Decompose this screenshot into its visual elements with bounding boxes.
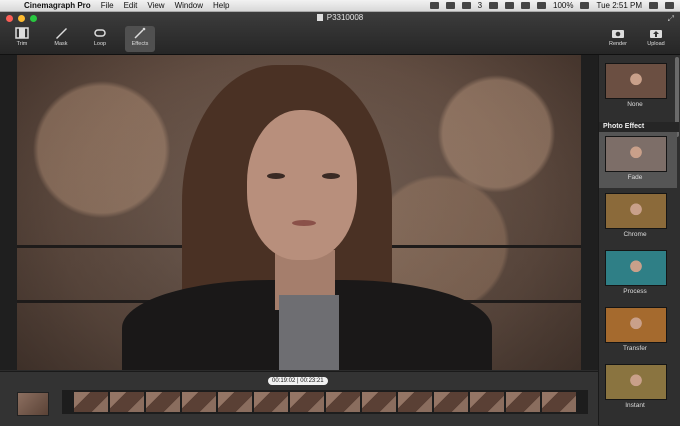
warning-icon[interactable]: [461, 2, 471, 9]
timeline-frame[interactable]: [326, 392, 360, 412]
brush-icon: [56, 28, 67, 39]
document-icon: [316, 14, 323, 21]
menu-file[interactable]: File: [101, 1, 114, 10]
wifi-icon[interactable]: [537, 2, 547, 9]
render-button[interactable]: Render: [603, 26, 633, 52]
effects-panel: Photo Effect None Fade Chrome Process Transf…: [598, 55, 680, 425]
effect-label: None: [627, 101, 643, 108]
timeline-frame[interactable]: [74, 392, 108, 412]
timeline-frame[interactable]: [398, 392, 432, 412]
mask-button[interactable]: Mask: [46, 26, 76, 52]
menu-window[interactable]: Window: [175, 1, 203, 10]
search-icon[interactable]: [649, 2, 658, 9]
effect-thumbnail: [605, 136, 667, 172]
loop-icon: [94, 29, 106, 37]
timeline-frame[interactable]: [470, 392, 504, 412]
mask-label: Mask: [54, 41, 68, 47]
upload-button[interactable]: Upload: [641, 26, 671, 52]
render-label: Render: [608, 41, 628, 47]
app-menu[interactable]: Cinemagraph Pro: [24, 1, 91, 10]
effect-label: Process: [623, 288, 647, 295]
trim-button[interactable]: Trim: [7, 26, 37, 52]
timeline-frame[interactable]: [146, 392, 180, 412]
effects-label: Effects: [131, 41, 149, 47]
effect-label: Fade: [627, 174, 643, 181]
effect-label: Instant: [625, 402, 645, 409]
video-viewer[interactable]: [0, 55, 598, 370]
upload-icon: [650, 30, 662, 38]
window-toolbar: P3310008 ⤢ Trim Mask Loop Effects Render…: [0, 12, 680, 55]
fullscreen-icon[interactable]: ⤢: [668, 14, 674, 24]
window-title: P3310008: [0, 13, 680, 22]
loop-start-frame[interactable]: [17, 392, 49, 416]
battery-level[interactable]: 100%: [553, 1, 573, 10]
upload-label: Upload: [647, 41, 665, 47]
loop-button[interactable]: Loop: [85, 26, 115, 52]
menu-view[interactable]: View: [147, 1, 164, 10]
trim-label: Trim: [16, 41, 28, 47]
timeline[interactable]: 00:19:02 | 00:23:21: [0, 371, 598, 426]
notification-center-icon[interactable]: [665, 2, 674, 9]
clock[interactable]: Tue 2:51 PM: [596, 1, 642, 10]
bluetooth-icon[interactable]: [521, 2, 531, 9]
timeline-frame[interactable]: [110, 392, 144, 412]
effect-process[interactable]: Process: [599, 246, 677, 302]
effect-label: Transfer: [623, 345, 647, 352]
notification-count[interactable]: 3: [478, 1, 482, 10]
timeline-frame[interactable]: [506, 392, 540, 412]
loop-label: Loop: [93, 41, 107, 47]
menu-bar: Cinemagraph Pro File Edit View Window He…: [0, 0, 680, 12]
cinemagraph-photo[interactable]: [17, 55, 581, 370]
effect-chrome[interactable]: Chrome: [599, 189, 677, 245]
display-icon[interactable]: [429, 2, 439, 9]
timeline-frame[interactable]: [542, 392, 576, 412]
effect-none[interactable]: None: [599, 59, 677, 115]
effect-thumbnail: [605, 63, 667, 99]
time-display: 00:19:02 | 00:23:21: [268, 377, 328, 385]
film-icon: [15, 27, 29, 39]
mail-icon[interactable]: [445, 2, 455, 9]
effect-thumbnail: [605, 307, 667, 343]
effect-fade[interactable]: Fade: [599, 132, 677, 188]
window-title-text: P3310008: [326, 13, 364, 22]
sync-icon[interactable]: [489, 2, 499, 9]
frame-strip[interactable]: [62, 390, 588, 414]
status-area: 3 100% Tue 2:51 PM: [429, 1, 680, 10]
effects-button[interactable]: Effects: [125, 26, 155, 52]
menu-help[interactable]: Help: [213, 1, 229, 10]
timeline-frame[interactable]: [218, 392, 252, 412]
timeline-frame[interactable]: [290, 392, 324, 412]
effect-thumbnail: [605, 364, 667, 400]
menu-edit[interactable]: Edit: [124, 1, 138, 10]
effect-transfer[interactable]: Transfer: [599, 303, 677, 359]
camera-icon: [612, 30, 624, 38]
photo-effect-header: Photo Effect: [599, 122, 679, 132]
timeline-frame[interactable]: [434, 392, 468, 412]
wand-icon: [134, 27, 146, 39]
effect-thumbnail: [605, 193, 667, 229]
battery-icon[interactable]: [580, 2, 590, 9]
timeline-frame[interactable]: [182, 392, 216, 412]
effect-label: Chrome: [623, 231, 647, 238]
timeline-frame[interactable]: [362, 392, 396, 412]
effect-thumbnail: [605, 250, 667, 286]
airplay-icon[interactable]: [505, 2, 515, 9]
timeline-frame[interactable]: [254, 392, 288, 412]
effect-instant[interactable]: Instant: [599, 360, 677, 416]
